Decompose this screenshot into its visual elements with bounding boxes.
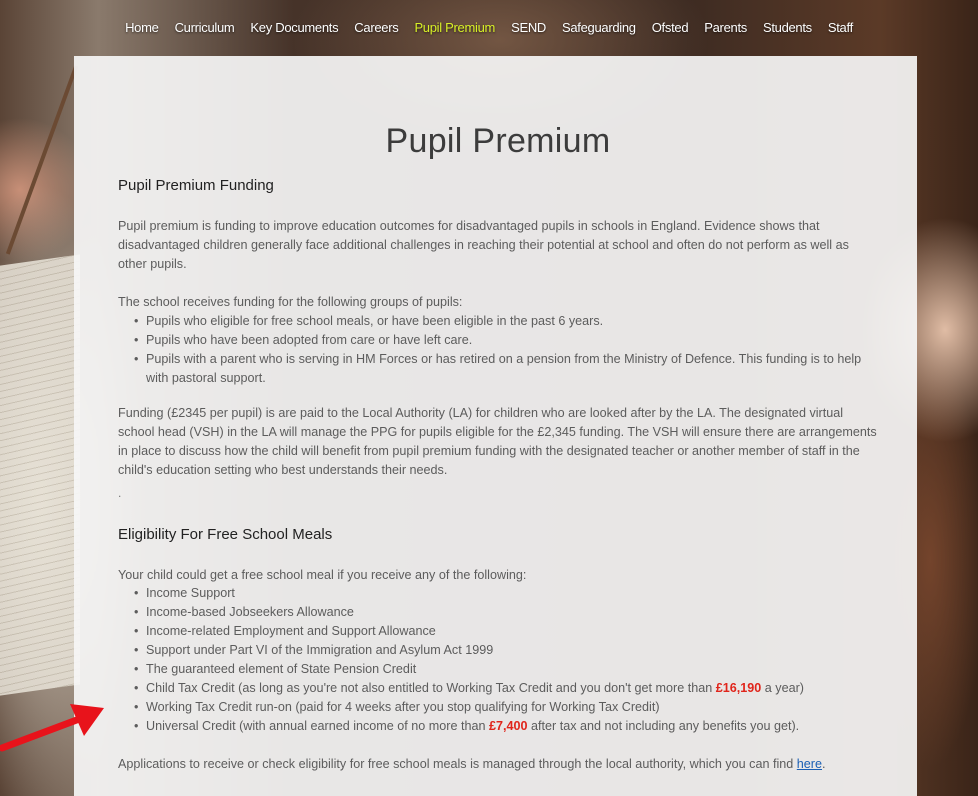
universal-amount: £7,400 [489,719,528,733]
eligibility-list: Income Support Income-based Jobseekers A… [118,584,878,736]
main-nav: Home Curriculum Key Documents Careers Pu… [0,10,978,44]
intro-paragraph: Pupil premium is funding to improve educ… [118,219,849,271]
funding-paragraph: Funding (£2345 per pupil) is are paid to… [118,406,877,477]
nav-careers[interactable]: Careers [346,20,406,35]
list-item: Pupils with a parent who is serving in H… [134,350,878,388]
applications-text: Applications to receive or check eligibi… [118,757,797,771]
trailing-period: . [822,757,826,771]
nav-send[interactable]: SEND [503,20,554,35]
child-tax-amount: £16,190 [715,681,762,695]
groups-list: Pupils who eligible for free school meal… [118,312,878,388]
stray-dot: . [118,486,122,500]
list-item: Pupils who have been adopted from care o… [134,331,878,350]
list-item: Income-based Jobseekers Allowance [134,603,878,622]
list-item-child-tax-credit: Child Tax Credit (as long as you're not … [134,679,878,698]
section-heading-eligibility: Eligibility For Free School Meals [118,526,333,543]
list-item: Income Support [134,584,878,603]
nav-students[interactable]: Students [755,20,820,35]
nav-parents[interactable]: Parents [696,20,755,35]
list-item: Income-related Employment and Support Al… [134,622,878,641]
list-item: Support under Part VI of the Immigration… [134,641,878,660]
here-link[interactable]: here [797,757,822,771]
groups-lead: The school receives funding for the foll… [118,295,463,309]
universal-suffix: after tax and not including any benefits… [527,719,800,733]
child-tax-text: Child Tax Credit (as long as you're not … [146,681,716,695]
nav-staff[interactable]: Staff [820,20,861,35]
nav-key-documents[interactable]: Key Documents [242,20,346,35]
list-item-universal-credit: Universal Credit (with annual earned inc… [134,717,878,736]
content-panel: Pupil Premium Pupil Premium Funding Pupi… [74,56,917,796]
child-tax-suffix: a year) [761,681,804,695]
nav-home[interactable]: Home [117,20,166,35]
page-title: Pupil Premium [385,122,611,160]
applications-paragraph: Applications to receive or check eligibi… [118,755,878,774]
nav-curriculum[interactable]: Curriculum [167,20,243,35]
list-item: Pupils who eligible for free school meal… [134,312,878,331]
nav-ofsted[interactable]: Ofsted [644,20,697,35]
violin-bow-image [5,65,79,255]
nav-safeguarding[interactable]: Safeguarding [554,20,644,35]
list-item: Working Tax Credit run-on (paid for 4 we… [134,698,878,717]
sheet-music-image [0,254,80,696]
universal-text: Universal Credit (with annual earned inc… [146,719,490,733]
nav-pupil-premium[interactable]: Pupil Premium [406,20,503,35]
section-heading-funding: Pupil Premium Funding [118,177,274,194]
red-arrow-annotation [0,704,104,752]
list-item: The guaranteed element of State Pension … [134,660,878,679]
eligibility-lead: Your child could get a free school meal … [118,568,527,582]
